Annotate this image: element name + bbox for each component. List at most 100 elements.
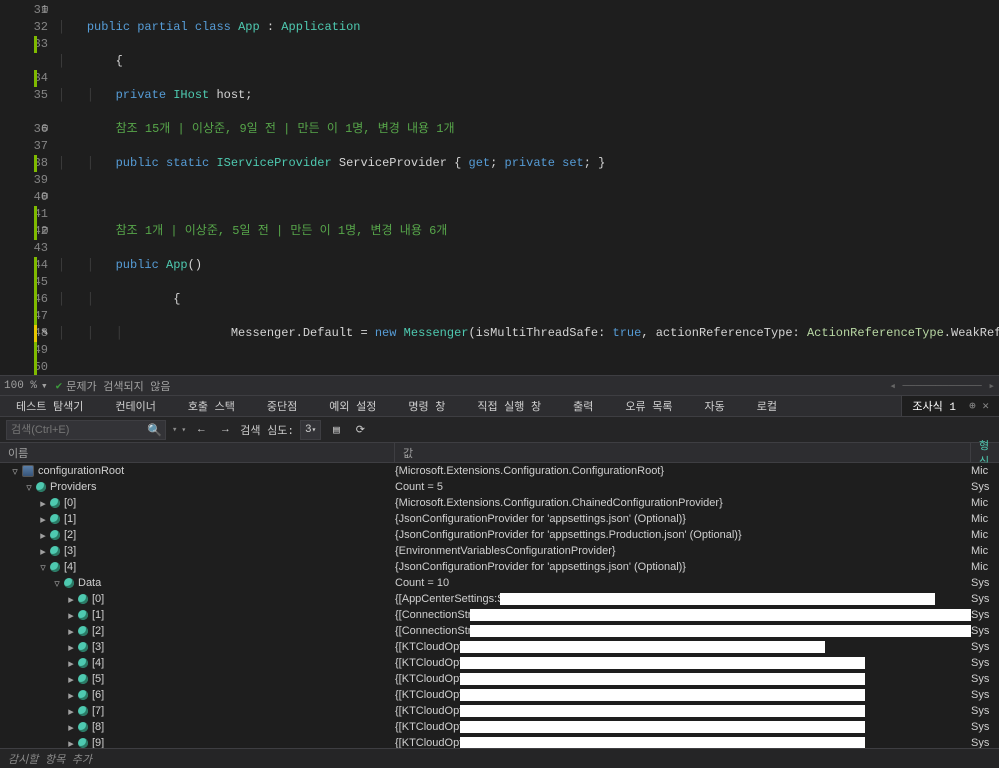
- watch-row[interactable]: ▸[2]{JsonConfigurationProvider for 'apps…: [0, 527, 999, 543]
- watch-row[interactable]: ▸[7]{[KTCloudOption:Sys: [0, 703, 999, 719]
- col-value[interactable]: 값: [395, 443, 971, 462]
- watch-value: {[KTCloudOption:: [395, 705, 971, 717]
- expand-icon[interactable]: ▸: [64, 705, 78, 718]
- watch-type: Mic: [971, 513, 999, 525]
- watch-type: Mic: [971, 529, 999, 541]
- expand-icon[interactable]: ▸: [36, 545, 50, 558]
- expand-icon[interactable]: ▸: [64, 689, 78, 702]
- expand-icon[interactable]: ▸: [64, 641, 78, 654]
- watch-value: {JsonConfigurationProvider for 'appsetti…: [395, 513, 971, 525]
- watch-type: Sys: [971, 721, 999, 733]
- expand-icon[interactable]: ▸: [64, 737, 78, 749]
- watch-type: Sys: [971, 577, 999, 589]
- search-icon[interactable]: 🔍: [147, 423, 162, 438]
- expand-icon[interactable]: ▸: [36, 497, 50, 510]
- prop-icon: [50, 498, 60, 508]
- watch-row[interactable]: ▸[8]{[KTCloudOption:Sys: [0, 719, 999, 735]
- expand-icon[interactable]: ▿: [22, 481, 36, 494]
- expand-icon[interactable]: ▸: [64, 609, 78, 622]
- expand-icon[interactable]: ▿: [8, 465, 22, 478]
- prop-icon: [78, 610, 88, 620]
- expand-icon[interactable]: ▸: [36, 529, 50, 542]
- tab-watch1[interactable]: 조사식 1 ⊕ ✕: [901, 396, 999, 416]
- tab-exceptions[interactable]: 예외 설정: [313, 396, 392, 416]
- watch-row[interactable]: ▸[2]{[ConnectionStrings:Sys: [0, 623, 999, 639]
- watch-value: {[KTCloudOption:: [395, 689, 971, 701]
- zoom-level[interactable]: 100 % ▾: [4, 379, 48, 393]
- watch-row[interactable]: ▸[4]{[KTCloudOption:Sys: [0, 655, 999, 671]
- prop-icon: [64, 578, 74, 588]
- prop-icon: [36, 482, 46, 492]
- expand-icon[interactable]: ▸: [64, 673, 78, 686]
- watch-value: Count = 5: [395, 481, 971, 493]
- watch-row[interactable]: ▸[1]{[ConnectionStrings:Sys: [0, 607, 999, 623]
- watch-value: {[KTCloudOption:: [395, 737, 971, 748]
- watch-row[interactable]: ▿ProvidersCount = 5Sys: [0, 479, 999, 495]
- prop-icon: [50, 530, 60, 540]
- code-editor[interactable]: ⊟31 32 33 34 35 ⊟36 37 38 39 ⊟40 41 ⊟42 …: [0, 0, 999, 375]
- watch-type: Sys: [971, 641, 999, 653]
- watch-type: Mic: [971, 561, 999, 573]
- tab-autos[interactable]: 자동: [689, 396, 741, 416]
- fold-icon[interactable]: ⊟: [42, 2, 48, 19]
- tab-command[interactable]: 명령 창: [392, 396, 461, 416]
- watch-row[interactable]: ▸[0]{[AppCenterSettings:Secret,Sys: [0, 591, 999, 607]
- depth-combo[interactable]: 3 ▾: [300, 420, 321, 440]
- watch-type: Mic: [971, 545, 999, 557]
- watch-value: {[KTCloudOption:: [395, 673, 971, 685]
- watch-row[interactable]: ▸[5]{[KTCloudOption:Sys: [0, 671, 999, 687]
- expand-icon[interactable]: ▿: [36, 561, 50, 574]
- fold-icon[interactable]: ⊟: [42, 223, 48, 240]
- watch-row[interactable]: ▸[1]{JsonConfigurationProvider for 'apps…: [0, 511, 999, 527]
- tab-callstack[interactable]: 호출 스택: [172, 396, 251, 416]
- col-name[interactable]: 이름: [0, 443, 395, 462]
- code-body[interactable]: │ public partial class App : Application…: [58, 0, 999, 375]
- close-icon[interactable]: ✕: [982, 399, 989, 413]
- obj-icon: [22, 465, 34, 477]
- watch-toolbar: 🔍 ▾ ← → 검색 심도: 3 ▾ ▤ ⟳: [0, 417, 999, 443]
- fold-icon[interactable]: ⊟: [42, 121, 48, 138]
- fold-icon[interactable]: ⊟: [42, 189, 48, 206]
- filter-icon[interactable]: ▤: [327, 421, 345, 439]
- prop-icon: [78, 706, 88, 716]
- redacted-block: [460, 721, 865, 733]
- refresh-icon[interactable]: ⟳: [351, 421, 369, 439]
- tab-immediate[interactable]: 직접 실행 창: [461, 396, 557, 416]
- arrow-left-icon[interactable]: ←: [192, 421, 210, 439]
- watch-row[interactable]: ▸[3]{EnvironmentVariablesConfigurationPr…: [0, 543, 999, 559]
- col-type[interactable]: 형식: [971, 443, 999, 462]
- watch-row[interactable]: ▸[0]{Microsoft.Extensions.Configuration.…: [0, 495, 999, 511]
- watch-value: {[KTCloudOption:: [395, 641, 971, 653]
- redacted-block: [460, 705, 865, 717]
- tab-test-explorer[interactable]: 테스트 탐색기: [0, 396, 99, 416]
- watch-type: Sys: [971, 481, 999, 493]
- expand-icon[interactable]: ▸: [64, 721, 78, 734]
- expand-icon[interactable]: ▿: [50, 577, 64, 590]
- watch-row[interactable]: ▸[9]{[KTCloudOption:Sys: [0, 735, 999, 748]
- watch-row[interactable]: ▿[4]{JsonConfigurationProvider for 'apps…: [0, 559, 999, 575]
- tab-container[interactable]: 컨테이너: [99, 396, 171, 416]
- editor-status-bar: 100 % ▾ ✔문제가 검색되지 않음 ◂ ──────────── ▸: [0, 375, 999, 395]
- expand-icon[interactable]: ▸: [64, 593, 78, 606]
- watch-row[interactable]: ▿DataCount = 10Sys: [0, 575, 999, 591]
- tab-locals[interactable]: 로컬: [741, 396, 793, 416]
- pencil-icon: ✎: [42, 325, 48, 342]
- redacted-block: [500, 593, 935, 605]
- tab-breakpoints[interactable]: 중단점: [251, 396, 313, 416]
- watch-row[interactable]: ▸ [3] {[KTCloudOption:Sys: [0, 639, 999, 655]
- arrow-right-icon[interactable]: →: [216, 421, 234, 439]
- add-watch-hint[interactable]: 감시할 항목 추가: [0, 748, 999, 768]
- tab-errors[interactable]: 오류 목록: [609, 396, 688, 416]
- expand-icon[interactable]: ▸: [64, 625, 78, 638]
- watch-row[interactable]: ▸[6]{[KTCloudOption:Sys: [0, 687, 999, 703]
- expand-icon[interactable]: ▸: [64, 657, 78, 670]
- watch-row[interactable]: ▿configurationRoot{Microsoft.Extensions.…: [0, 463, 999, 479]
- expand-icon[interactable]: ▸: [36, 513, 50, 526]
- watch-value: {[KTCloudOption:: [395, 721, 971, 733]
- tab-output[interactable]: 출력: [557, 396, 609, 416]
- watch-name: [3]: [92, 641, 104, 653]
- watch-search-input[interactable]: [6, 420, 166, 440]
- watch-tree[interactable]: ▿configurationRoot{Microsoft.Extensions.…: [0, 463, 999, 748]
- pin-icon[interactable]: ⊕: [969, 399, 976, 413]
- watch-value: {Microsoft.Extensions.Configuration.Conf…: [395, 465, 971, 477]
